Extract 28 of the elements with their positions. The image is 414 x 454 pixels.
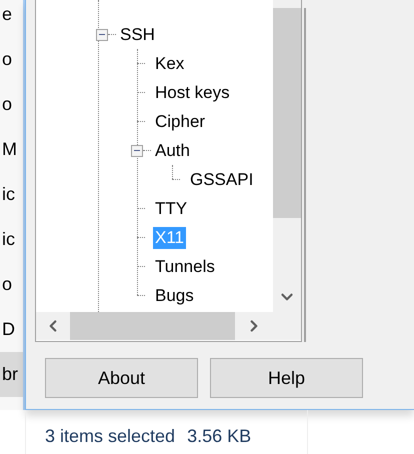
tree-item[interactable]: Cipher	[153, 110, 208, 132]
list-item[interactable]: o	[0, 37, 23, 82]
list-item[interactable]: M	[0, 127, 23, 172]
tree-item[interactable]: Host keys	[153, 82, 232, 104]
dialog-button[interactable]: About	[45, 358, 198, 398]
vertical-scrollbar[interactable]	[273, 0, 301, 312]
tree-item[interactable]: Kex	[153, 52, 186, 74]
tree-item[interactable]: Auth	[153, 140, 192, 162]
list-item[interactable]: D	[0, 307, 23, 352]
tree-item[interactable]: Tunnels	[153, 256, 217, 278]
list-item[interactable]: e	[0, 0, 23, 37]
list-item[interactable]: ic	[0, 172, 23, 217]
list-item[interactable]: br	[0, 352, 23, 397]
expander-toggle[interactable]	[96, 28, 108, 40]
tree-item[interactable]: SSH	[118, 24, 157, 46]
tree-item[interactable]: TTY	[153, 198, 190, 220]
horizontal-scrollbar[interactable]	[36, 312, 301, 340]
list-item[interactable]: o	[0, 82, 23, 127]
tree-item[interactable]: Bugs	[153, 284, 196, 306]
expander-toggle[interactable]	[131, 144, 143, 156]
scrollbar-thumb[interactable]	[273, 8, 301, 218]
selection-count: 3 items selected	[45, 424, 176, 448]
list-item[interactable]: ic	[0, 217, 23, 262]
tree-item[interactable]: GSSAPI	[188, 168, 256, 190]
list-item[interactable]: o	[0, 262, 23, 307]
selection-size: 3.56 KB	[187, 424, 252, 448]
dialog-button[interactable]: Help	[210, 358, 363, 398]
scrollbar-thumb[interactable]	[70, 312, 235, 340]
